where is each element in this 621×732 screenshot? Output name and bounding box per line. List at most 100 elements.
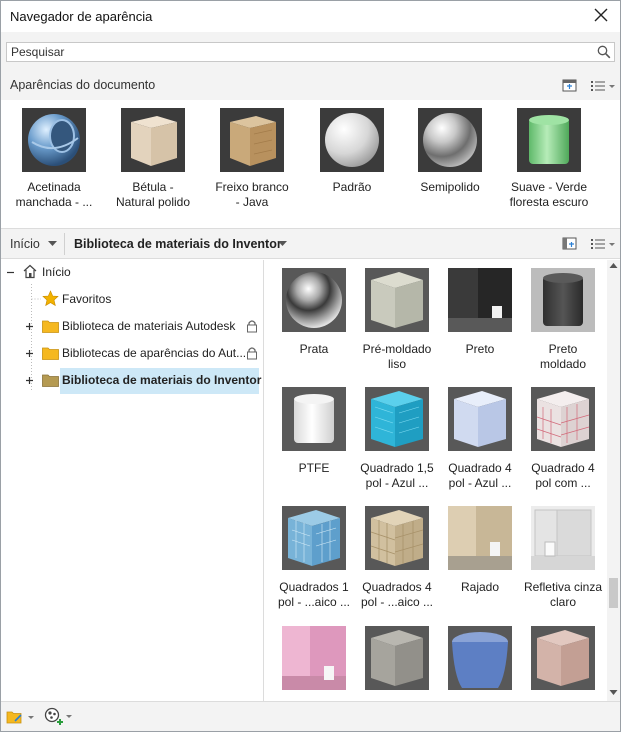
scroll-down-icon[interactable]: [609, 689, 618, 696]
material-name: PTFE: [298, 461, 330, 475]
search-box: [6, 42, 615, 62]
material-tile[interactable]: Prata: [273, 268, 355, 357]
tree-node-home[interactable]: Início: [1, 260, 264, 284]
appearance-name: Acetinada: [27, 180, 81, 194]
material-tile[interactable]: [356, 626, 438, 690]
window-title: Navegador de aparência: [10, 9, 153, 24]
material-name-cont: pol - Azul ...: [365, 476, 429, 490]
material-swatch: [282, 387, 346, 451]
doc-appearance-tile[interactable]: Padrão: [307, 108, 397, 195]
appearance-name-cont: Natural polido: [115, 195, 191, 209]
library-breadcrumb-bar: Início Biblioteca de materiais do Invent…: [1, 228, 620, 259]
tree-node-label: Início: [42, 265, 71, 279]
tree-node-library[interactable]: Biblioteca de materiais Autodesk: [1, 314, 264, 338]
breadcrumb-library[interactable]: Biblioteca de materiais do Inventor: [74, 237, 282, 251]
expand-icon[interactable]: [25, 322, 34, 331]
material-tile[interactable]: [522, 626, 604, 690]
material-swatch: [282, 268, 346, 332]
material-tile[interactable]: Rajado: [439, 506, 521, 595]
material-tile[interactable]: Quadrados 4 pol - ...aico ...: [356, 506, 438, 610]
material-tile[interactable]: PTFE: [273, 387, 355, 476]
doc-appearance-tile[interactable]: Semipolido: [405, 108, 495, 195]
chevron-down-icon[interactable]: [278, 241, 287, 247]
search-input[interactable]: [7, 43, 587, 61]
appearance-name: Bétula -: [132, 180, 174, 194]
material-name: Pré-moldado: [362, 342, 432, 356]
material-tile[interactable]: [273, 626, 355, 690]
material-tile[interactable]: Refletiva cinza claro: [522, 506, 604, 610]
appearance-name: Freixo branco: [215, 180, 289, 194]
grid-scrollbar[interactable]: [607, 260, 620, 701]
material-tile[interactable]: Pré-moldado liso: [356, 268, 438, 372]
appearance-name-cont: - Java: [235, 195, 269, 209]
material-tile[interactable]: Preto moldado: [522, 268, 604, 372]
appearance-panel-icon[interactable]: [562, 78, 578, 94]
material-name: Preto: [548, 342, 578, 356]
document-appearances-strip: Acetinada manchada - ... Bétula - Natural …: [1, 100, 620, 228]
material-swatch: [448, 387, 512, 451]
breadcrumb-home[interactable]: Início: [10, 237, 40, 251]
home-icon: [23, 264, 37, 279]
scrollbar-thumb[interactable]: [609, 578, 618, 608]
view-options-icon[interactable]: [590, 78, 616, 94]
material-swatch: [365, 387, 429, 451]
material-name-cont: pol com ...: [535, 476, 591, 490]
material-swatch: [531, 387, 595, 451]
open-library-icon[interactable]: [6, 708, 34, 726]
collapse-icon[interactable]: [6, 268, 15, 277]
divider: [64, 233, 65, 255]
search-area: [1, 32, 620, 72]
material-name: Quadrado 4: [448, 461, 512, 475]
material-name-cont: moldado: [539, 357, 587, 371]
material-tile[interactable]: [439, 626, 521, 690]
material-swatch: [365, 626, 429, 690]
doc-appearance-tile[interactable]: Bétula - Natural polido: [108, 108, 198, 210]
material-swatch: [531, 506, 595, 570]
tree-node-label: Favoritos: [62, 292, 112, 306]
search-icon[interactable]: [597, 45, 611, 59]
library-panel-icon[interactable]: [562, 236, 578, 252]
chevron-down-icon[interactable]: [48, 241, 57, 247]
material-name: Preto: [465, 342, 495, 356]
material-swatch: [220, 108, 284, 172]
doc-appearance-tile[interactable]: Suave - Verde floresta escuro: [504, 108, 594, 210]
material-name: Rajado: [460, 580, 500, 594]
material-tile[interactable]: Quadrado 1,5 pol - Azul ...: [356, 387, 438, 491]
material-swatch: [448, 268, 512, 332]
appearance-name: Semipolido: [420, 180, 480, 194]
folder-icon: [42, 374, 59, 387]
tree-node-label: Biblioteca de materiais Autodesk: [62, 319, 236, 333]
bottom-toolbar: [1, 701, 620, 731]
material-name-cont: pol - ...aico ...: [277, 595, 351, 609]
close-icon[interactable]: [592, 6, 610, 24]
doc-appearance-tile[interactable]: Freixo branco - Java: [207, 108, 297, 210]
material-tile[interactable]: Quadrados 1 pol - ...aico ...: [273, 506, 355, 610]
material-swatch: [531, 268, 595, 332]
doc-appearance-tile[interactable]: Acetinada manchada - ...: [9, 108, 99, 210]
material-tile[interactable]: Quadrado 4 pol - Azul ...: [439, 387, 521, 491]
material-swatch: [22, 108, 86, 172]
material-swatch: [121, 108, 185, 172]
material-swatch: [365, 268, 429, 332]
material-tile[interactable]: Preto: [439, 268, 521, 357]
document-appearances-label: Aparências do documento: [10, 78, 156, 92]
material-tile[interactable]: Quadrado 4 pol com ...: [522, 387, 604, 491]
appearance-name: Suave - Verde: [510, 180, 588, 194]
library-tree: Início Favoritos Biblioteca de materiais…: [1, 260, 264, 701]
material-swatch: [282, 506, 346, 570]
material-name: Quadrado 1,5: [360, 461, 434, 475]
tree-node-library[interactable]: Biblioteca de materiais do Inventor: [1, 368, 264, 394]
tree-node-library[interactable]: Bibliotecas de aparências do Aut...: [1, 341, 264, 365]
expand-icon[interactable]: [25, 376, 34, 385]
create-appearance-icon[interactable]: [44, 707, 72, 727]
material-swatch: [517, 108, 581, 172]
expand-icon[interactable]: [25, 349, 34, 358]
tree-node-favorites[interactable]: Favoritos: [1, 287, 264, 311]
folder-icon: [42, 347, 59, 360]
appearance-name-cont: floresta escuro: [509, 195, 589, 209]
material-name: Quadrados 1: [279, 580, 349, 594]
tree-node-label: Biblioteca de materiais do Inventor: [62, 373, 262, 387]
scroll-up-icon[interactable]: [609, 262, 618, 269]
view-options-icon[interactable]: [590, 236, 616, 252]
document-appearances-header: Aparências do documento: [1, 72, 620, 100]
